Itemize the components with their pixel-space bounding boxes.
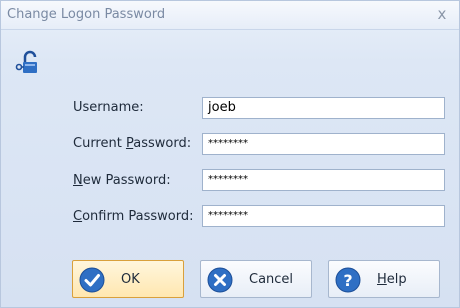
ok-button[interactable]: OK	[72, 260, 184, 298]
lock-key-icon	[15, 50, 37, 73]
help-button[interactable]: ? Help	[328, 260, 440, 298]
current-password-label-pre: Current	[73, 136, 126, 151]
confirm-password-field[interactable]: ********	[202, 205, 445, 227]
confirm-password-label-accel: C	[73, 209, 83, 224]
cancel-button[interactable]: Cancel	[200, 260, 312, 298]
help-label-accel: H	[377, 272, 387, 287]
confirm-password-label: Confirm Password:	[73, 209, 193, 224]
confirm-password-label-post: onfirm Password:	[82, 209, 194, 224]
cancel-label: Cancel	[249, 272, 294, 287]
title-bar: Change Logon Password x	[1, 1, 459, 30]
new-password-label: New Password:	[73, 173, 171, 188]
current-password-label-post: assword:	[133, 136, 192, 151]
current-password-field[interactable]: ********	[202, 133, 445, 155]
username-field[interactable]: joeb	[202, 97, 445, 119]
new-password-field[interactable]: ********	[202, 169, 445, 191]
change-password-dialog: Change Logon Password x Username: joeb C…	[0, 0, 460, 308]
svg-text:?: ?	[343, 271, 352, 290]
cancel-x-icon	[207, 267, 233, 293]
help-label: Help	[377, 272, 407, 287]
help-label-post: elp	[386, 272, 407, 287]
checkmark-icon	[79, 267, 105, 293]
new-password-label-accel: N	[73, 173, 83, 188]
close-button[interactable]: x	[431, 4, 453, 24]
new-password-label-post: ew Password:	[82, 173, 171, 188]
current-password-label: Current Password:	[73, 136, 191, 151]
question-icon: ?	[335, 267, 361, 293]
username-label: Username:	[73, 100, 144, 115]
ok-label: OK	[121, 272, 140, 287]
dialog-title: Change Logon Password	[7, 7, 166, 22]
